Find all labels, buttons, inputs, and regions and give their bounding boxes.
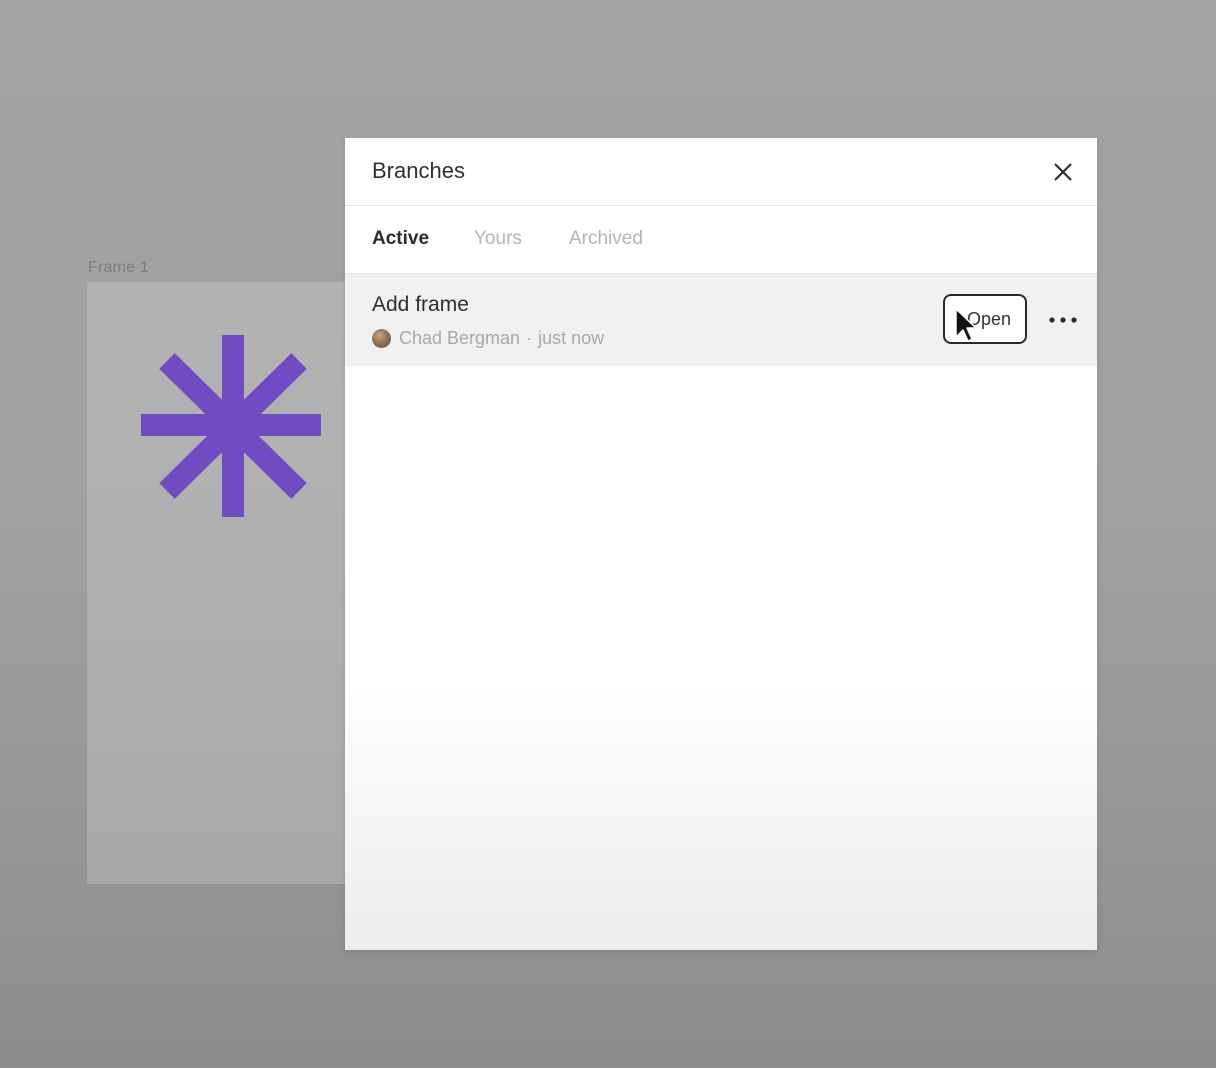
more-options-button[interactable] <box>1047 308 1079 332</box>
tab-yours[interactable]: Yours <box>474 228 522 250</box>
branch-time: just now <box>538 328 605 348</box>
branch-meta: Chad Bergman · just now <box>372 328 604 349</box>
canvas-frame[interactable] <box>87 282 357 884</box>
panel-title: Branches <box>372 158 465 183</box>
close-button[interactable] <box>1049 158 1077 186</box>
branch-tabs: Active Yours Archived <box>345 206 1097 274</box>
open-branch-button[interactable]: Open <box>943 294 1027 344</box>
more-horizontal-icon <box>1049 317 1077 323</box>
frame-label[interactable]: Frame 1 <box>88 259 149 277</box>
tab-archived[interactable]: Archived <box>569 228 643 250</box>
close-icon <box>1054 163 1072 181</box>
tab-active[interactable]: Active <box>372 228 429 250</box>
branch-row[interactable]: Add frame Chad Bergman · just now Open <box>345 274 1097 366</box>
branch-name: Add frame <box>372 293 469 316</box>
meta-separator: · <box>526 328 533 348</box>
branches-panel: Branches Active Yours Archived Add frame… <box>345 138 1097 950</box>
asterisk-shape[interactable] <box>139 333 323 519</box>
branch-author: Chad Bergman <box>399 328 521 348</box>
panel-header: Branches <box>345 138 1097 206</box>
avatar <box>372 329 391 348</box>
